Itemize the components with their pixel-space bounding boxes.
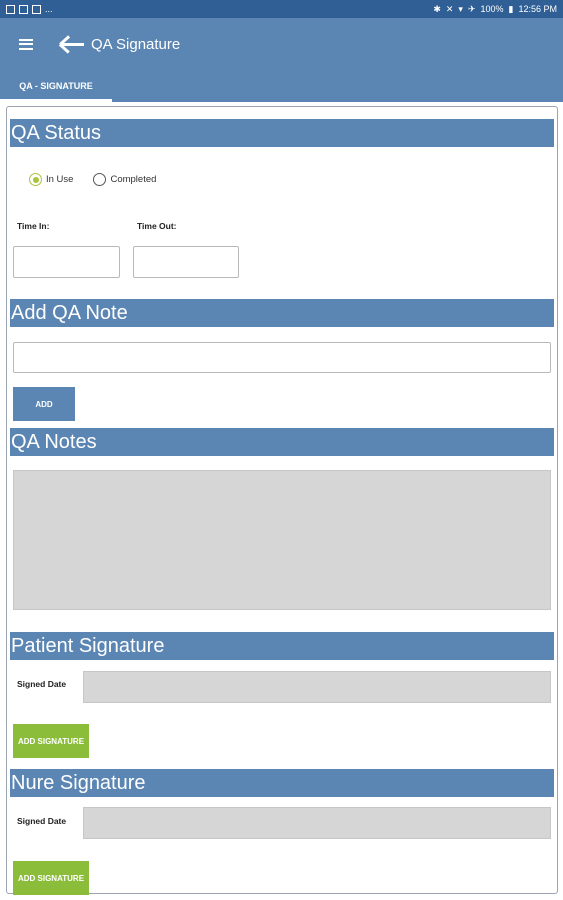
qa-note-input[interactable]	[13, 342, 551, 373]
nurse-signed-date-label: Signed Date	[17, 816, 67, 826]
qa-notes-list[interactable]	[13, 470, 551, 610]
app-notification-icon	[19, 4, 28, 14]
battery-percent: 100%	[480, 4, 504, 14]
tab-indicator	[0, 99, 112, 102]
battery-icon: ▮	[508, 3, 514, 14]
hamburger-menu-icon[interactable]	[19, 38, 33, 50]
patient-signed-date-label: Signed Date	[17, 679, 67, 689]
time-in-input[interactable]	[13, 246, 120, 278]
gallery-notification-icon	[6, 4, 15, 14]
app-bar: QA Signature	[0, 18, 563, 70]
airplane-icon: ✈	[467, 3, 476, 14]
clock: 12:56 PM	[518, 4, 557, 14]
add-qa-note-header: Add QA Note	[10, 299, 554, 327]
status-bar: ... ✱ ✕ ▾ ✈ 100% ▮ 12:56 PM	[0, 0, 563, 18]
radio-in-use[interactable]	[29, 173, 42, 186]
nurse-signed-date-field	[83, 807, 551, 839]
tab-bar: QA - SIGNATURE	[0, 70, 563, 102]
patient-signed-date-field	[83, 671, 551, 703]
add-note-button[interactable]: ADD	[13, 387, 75, 421]
message-notification-icon	[32, 4, 41, 14]
radio-completed[interactable]	[93, 173, 107, 186]
radio-completed-label[interactable]: Completed	[110, 174, 156, 185]
bluetooth-icon: ✱	[433, 3, 441, 14]
time-out-input[interactable]	[133, 246, 239, 278]
patient-signature-header: Patient Signature	[10, 632, 554, 660]
nurse-signature-header: Nure Signature	[10, 769, 554, 797]
qa-status-radio-group: In Use Completed	[29, 173, 176, 186]
time-out-label: Time Out:	[137, 221, 177, 231]
qa-form-card: QA Status In Use Completed Time In: Time…	[6, 106, 558, 895]
page-title: QA Signature	[91, 35, 181, 53]
qa-notes-header: QA Notes	[10, 428, 554, 456]
add-patient-signature-button[interactable]: ADD SIGNATURE	[13, 724, 89, 758]
wifi-icon: ▾	[458, 3, 463, 14]
add-nurse-signature-button[interactable]: ADD SIGNATURE	[13, 861, 89, 895]
mute-icon: ✕	[445, 3, 454, 14]
qa-status-header: QA Status	[10, 119, 554, 147]
time-in-label: Time In:	[17, 221, 50, 231]
radio-in-use-label[interactable]: In Use	[46, 174, 73, 185]
tab-label: QA - SIGNATURE	[19, 81, 93, 91]
more-notifications-text: ...	[45, 4, 53, 14]
tab-qa-signature[interactable]: QA - SIGNATURE	[0, 70, 112, 102]
arrow-back-icon[interactable]	[59, 34, 85, 54]
